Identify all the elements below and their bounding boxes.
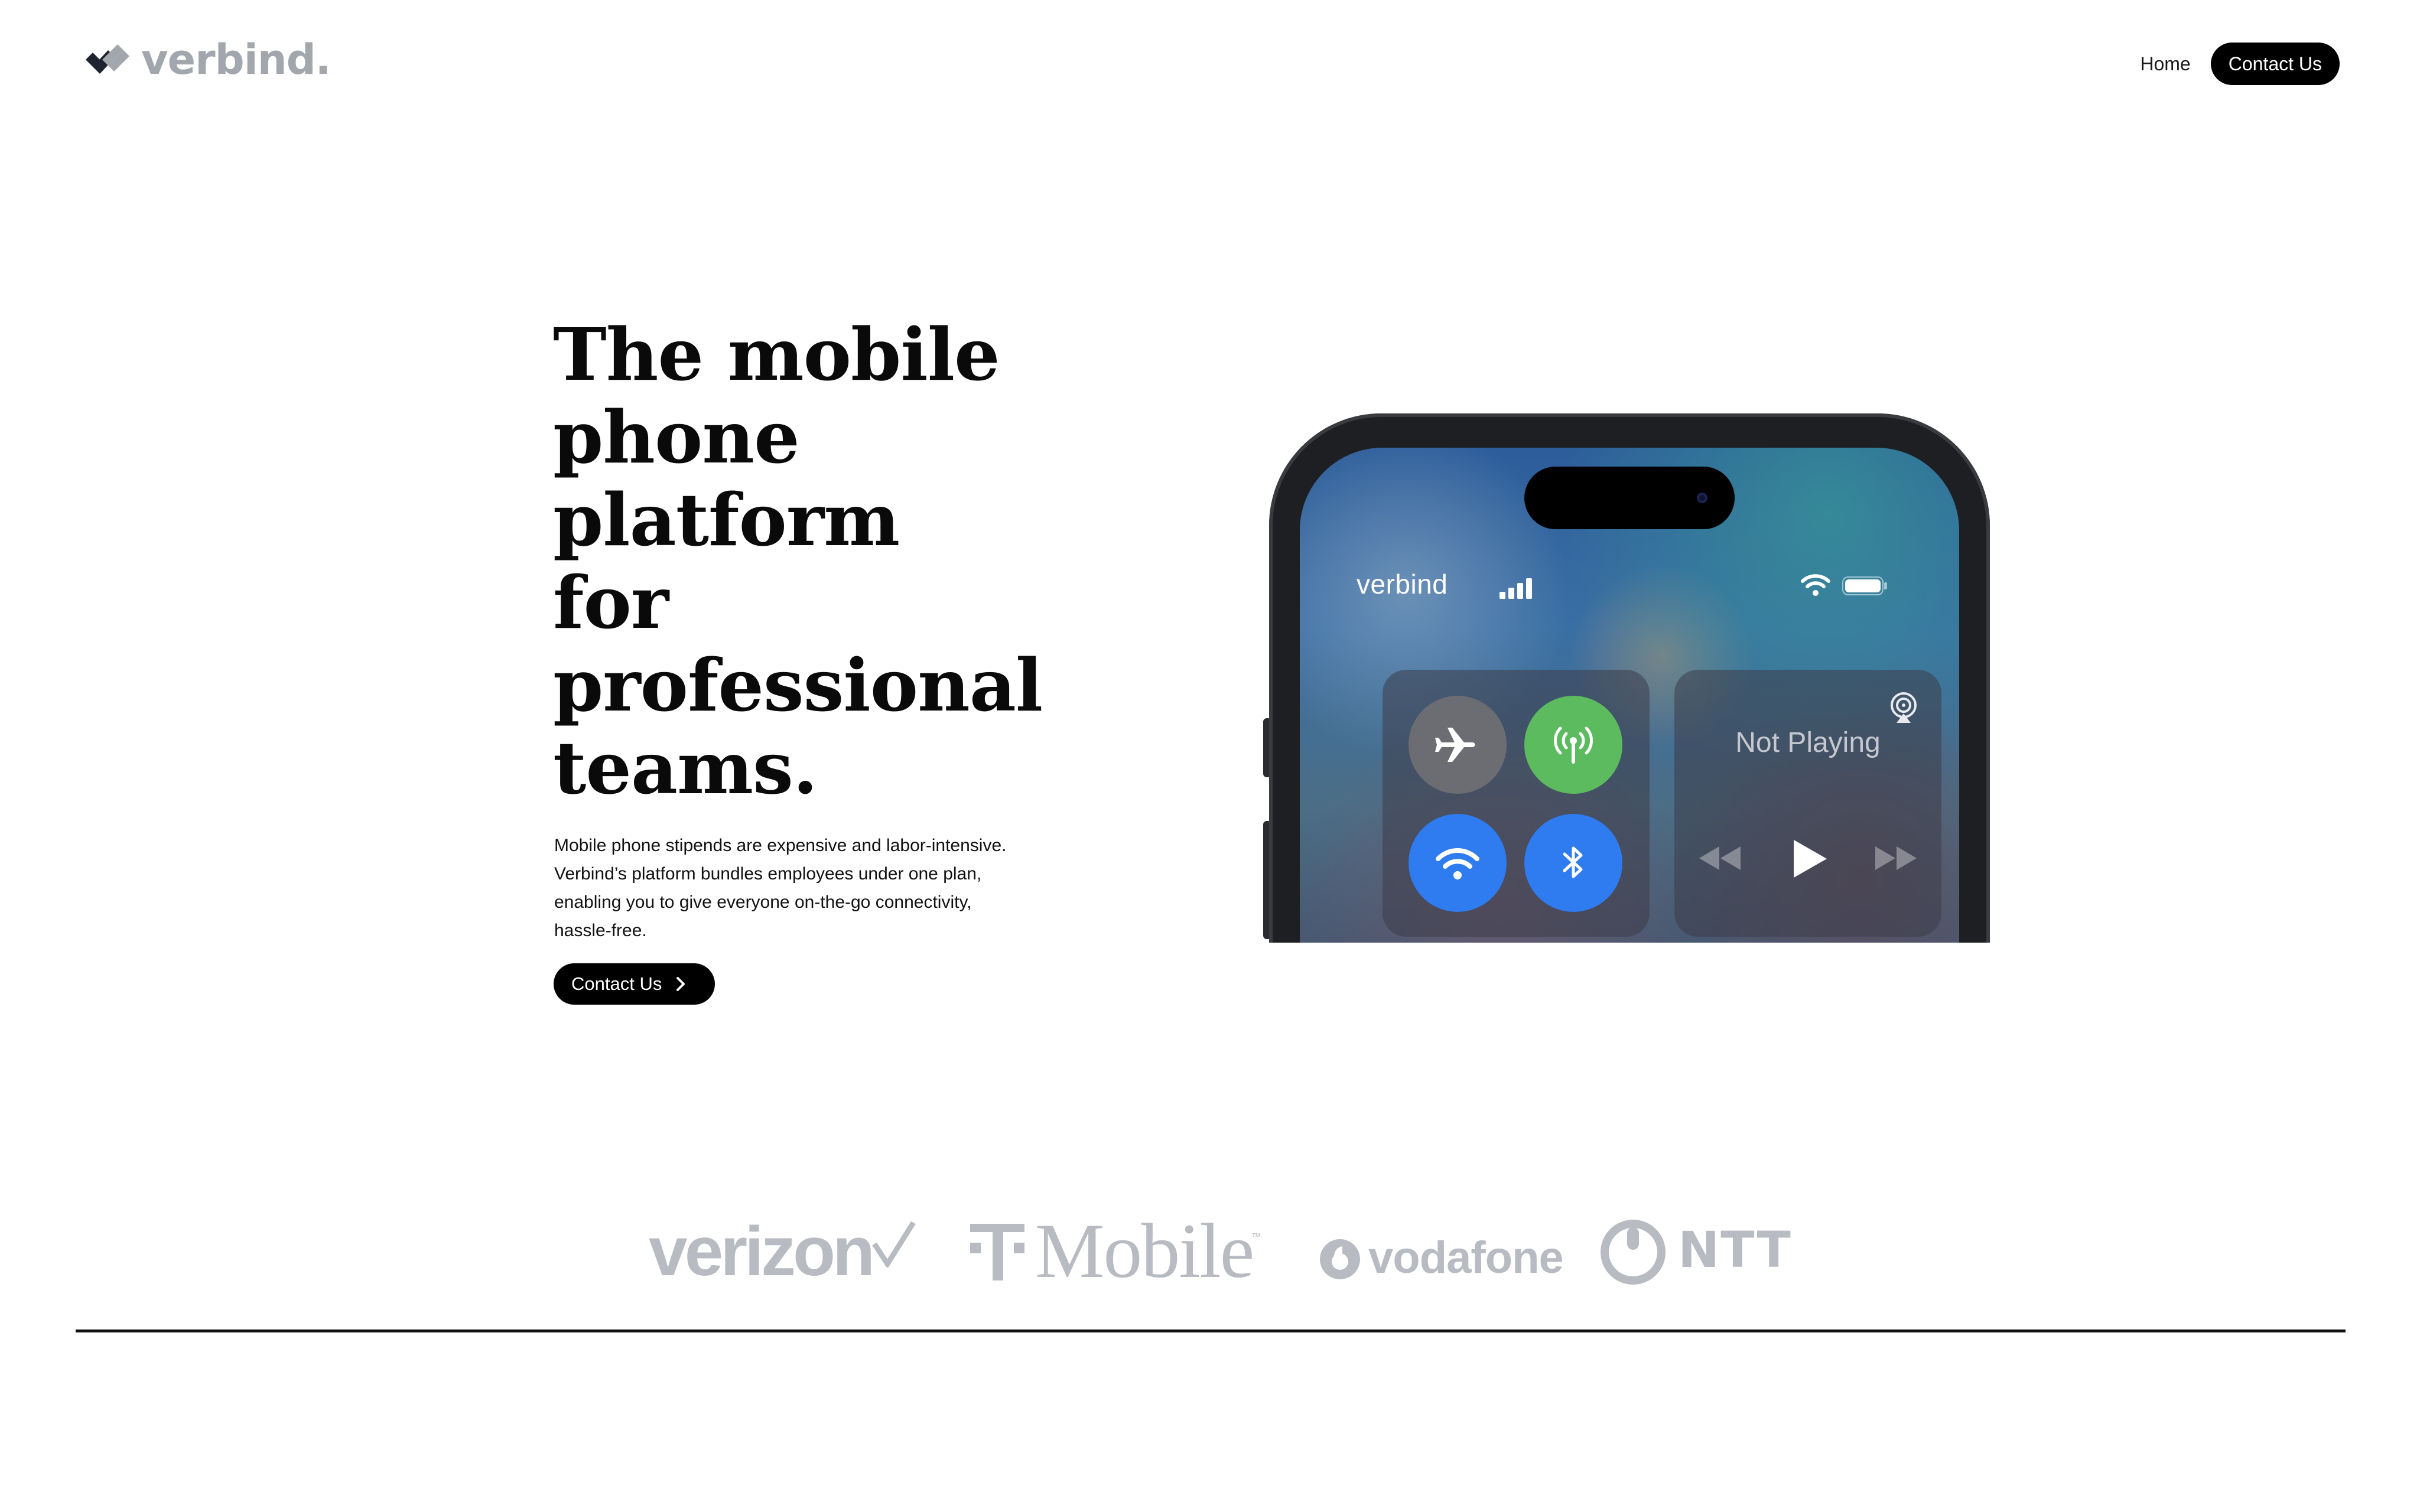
rewind-icon[interactable]: [1698, 845, 1742, 872]
tmobile-logo: Mobile: [1035, 1207, 1254, 1294]
hero-title-line: The mobile: [553, 312, 1000, 397]
battery-icon: [1842, 576, 1887, 595]
fast-forward-icon[interactable]: [1874, 845, 1918, 872]
hero-description-line: Verbind’s platform bundles employees und…: [554, 864, 982, 884]
hero-title-line: professional: [553, 643, 1043, 728]
signal-bars-icon: [1500, 578, 1532, 599]
site-logo[interactable]: verbind.: [84, 33, 331, 86]
hero-description-line: Mobile phone stipends are expensive and …: [554, 836, 1007, 855]
checkmark-icon: [872, 1221, 916, 1267]
hero-title-line: platform: [553, 477, 900, 562]
camera-icon: [1697, 493, 1707, 503]
now-playing-status: Not Playing: [1735, 727, 1881, 758]
bluetooth-icon: [1563, 846, 1583, 878]
nav-contact-button[interactable]: Contact Us: [2210, 43, 2340, 85]
nav-home-link[interactable]: Home: [2140, 53, 2190, 75]
section-divider: [76, 1329, 2346, 1332]
phone-screen: verbind Not Playing: [1300, 448, 1959, 943]
wifi-toggle[interactable]: [1409, 814, 1507, 912]
cellular-antenna-icon: [1553, 726, 1593, 764]
cellular-data-toggle[interactable]: [1524, 696, 1622, 794]
ntt-ring-icon: [1601, 1220, 1666, 1285]
airplane-mode-toggle[interactable]: [1409, 696, 1507, 794]
hero-title: The mobile phone platform for profession…: [553, 313, 1085, 809]
tmobile-t-icon: [970, 1224, 1024, 1280]
hero-contact-label: Contact Us: [571, 973, 662, 994]
bluetooth-toggle[interactable]: [1524, 814, 1622, 912]
chevron-right-icon: [676, 977, 685, 991]
hero-title-line: phone: [553, 395, 800, 480]
airplay-icon[interactable]: [1887, 691, 1920, 724]
media-tile: Not Playing: [1674, 670, 1941, 937]
hero-description: Mobile phone stipends are expensive and …: [554, 832, 1039, 945]
connectivity-tile: [1383, 670, 1650, 937]
logo-wordmark: verbind.: [141, 35, 331, 84]
hero-description-line: hassle-free.: [554, 921, 647, 940]
top-nav: Home Contact Us: [2140, 43, 2340, 85]
vodafone-speechmark-icon: [1320, 1239, 1360, 1279]
hero-description-line: enabling you to give everyone on-the-go …: [554, 892, 972, 912]
phone-mockup: verbind Not Playing: [1263, 413, 1996, 943]
double-check-icon: [86, 44, 129, 74]
carrier-name: verbind: [1357, 569, 1448, 599]
hero-title-line: teams.: [553, 725, 818, 810]
trademark-symbol: ™: [1251, 1232, 1261, 1242]
airplane-icon: [1435, 728, 1475, 762]
hero-contact-button[interactable]: Contact Us: [554, 963, 715, 1005]
ntt-logo: NTT: [1678, 1221, 1792, 1279]
wifi-icon: [1801, 574, 1830, 596]
verizon-logo: verizon: [649, 1213, 875, 1291]
vodafone-logo: vodafone: [1368, 1233, 1564, 1283]
play-icon[interactable]: [1790, 838, 1829, 880]
dynamic-island: [1524, 467, 1735, 529]
hero-title-line: for: [553, 560, 669, 645]
wifi-icon: [1436, 848, 1479, 879]
